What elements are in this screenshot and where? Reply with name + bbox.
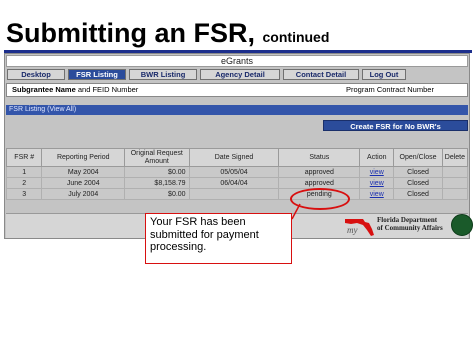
cell-fsr-num: 1	[5, 166, 43, 178]
table-row: 3 July 2004 $0.00 pending view Closed	[5, 188, 469, 200]
dca-logo: my Florida Department of Community Affai…	[343, 213, 473, 237]
app-title-bar: eGrants	[6, 55, 468, 67]
view-link[interactable]: view	[359, 166, 395, 178]
tab-log-out[interactable]: Log Out	[362, 69, 406, 80]
col-status: Status	[278, 148, 361, 167]
cell-delete[interactable]	[441, 177, 469, 189]
cell-status: approved	[278, 166, 361, 178]
fsr-table: FSR # Reporting Period Original Request …	[5, 148, 469, 200]
nav-tabs: Desktop FSR Listing BWR Listing Agency D…	[7, 69, 467, 80]
cell-open-close: Closed	[393, 188, 443, 200]
cell-period: July 2004	[41, 188, 126, 200]
cell-amount: $8,158.79	[124, 177, 190, 189]
slide-title-text: Submitting an FSR,	[6, 18, 255, 48]
slide-subtitle: continued	[262, 29, 330, 45]
table-row: 2 June 2004 $8,158.79 06/04/04 approved …	[5, 177, 469, 189]
tab-fsr-listing[interactable]: FSR Listing	[68, 69, 126, 80]
state-seal-icon	[451, 214, 473, 236]
cell-period: May 2004	[41, 166, 126, 178]
tab-label: Desktop	[21, 70, 51, 79]
col-delete: Delete	[441, 148, 469, 167]
tab-label: Agency Detail	[215, 70, 265, 79]
tab-bwr-listing[interactable]: BWR Listing	[129, 69, 197, 80]
create-fsr-label: Create FSR for No BWR's	[350, 122, 441, 131]
cell-fsr-num: 3	[5, 188, 43, 200]
col-fsr-num: FSR #	[5, 148, 43, 167]
cell-open-close: Closed	[393, 166, 443, 178]
cell-open-close: Closed	[393, 177, 443, 189]
tab-label: Log Out	[369, 70, 399, 79]
annotation-callout: Your FSR has been submitted for payment …	[145, 213, 292, 264]
col-action: Action	[359, 148, 395, 167]
tab-contact-detail[interactable]: Contact Detail	[283, 69, 359, 80]
status-highlight-circle	[290, 188, 350, 210]
create-fsr-button[interactable]: Create FSR for No BWR's	[323, 120, 468, 131]
app-window	[4, 53, 470, 239]
grantee-label-bold: Subgrantee Name	[12, 85, 76, 94]
fsr-listing-title: FSR Listing (View All)	[9, 106, 77, 113]
col-open-close: Open/Close	[393, 148, 443, 167]
grantee-info-bar: Subgrantee Name and FEID Number Program …	[6, 83, 468, 97]
app-name: eGrants	[220, 56, 253, 66]
cell-fsr-num: 2	[5, 177, 43, 189]
cell-amount: $0.00	[124, 188, 190, 200]
logo-text: Florida Department of Community Affairs	[377, 216, 443, 232]
view-link[interactable]: view	[359, 177, 395, 189]
tab-label: FSR Listing	[76, 70, 118, 79]
tab-label: BWR Listing	[140, 70, 186, 79]
grantee-label-rest: and FEID Number	[75, 85, 139, 94]
tab-desktop[interactable]: Desktop	[7, 69, 65, 80]
cell-date: 06/04/04	[188, 177, 280, 189]
logo-line2: of Community Affairs	[377, 224, 443, 232]
cell-date	[188, 188, 280, 200]
cell-period: June 2004	[41, 177, 126, 189]
cell-status: approved	[278, 177, 361, 189]
cell-amount: $0.00	[124, 166, 190, 178]
col-date-signed: Date Signed	[188, 148, 280, 167]
col-original-amount: Original Request Amount	[124, 148, 190, 167]
tab-label: Contact Detail	[295, 70, 347, 79]
table-row: 1 May 2004 $0.00 05/05/04 approved view …	[5, 166, 469, 178]
logo-line1: Florida Department	[377, 216, 438, 224]
contract-label: Program Contract Number	[346, 85, 434, 94]
col-reporting-period: Reporting Period	[41, 148, 126, 167]
fsr-listing-header: FSR Listing (View All)	[6, 105, 468, 115]
tab-agency-detail[interactable]: Agency Detail	[200, 69, 280, 80]
cell-delete[interactable]	[441, 188, 469, 200]
florida-map-icon: my	[345, 219, 374, 236]
cell-delete[interactable]	[441, 166, 469, 178]
svg-text:my: my	[347, 225, 358, 235]
view-link[interactable]: view	[359, 188, 395, 200]
callout-text: Your FSR has been submitted for payment …	[150, 216, 259, 253]
cell-date: 05/05/04	[188, 166, 280, 178]
slide-title: Submitting an FSR, continued	[6, 18, 329, 49]
grantee-label: Subgrantee Name and FEID Number	[12, 84, 138, 96]
table-header-row: FSR # Reporting Period Original Request …	[5, 148, 469, 167]
